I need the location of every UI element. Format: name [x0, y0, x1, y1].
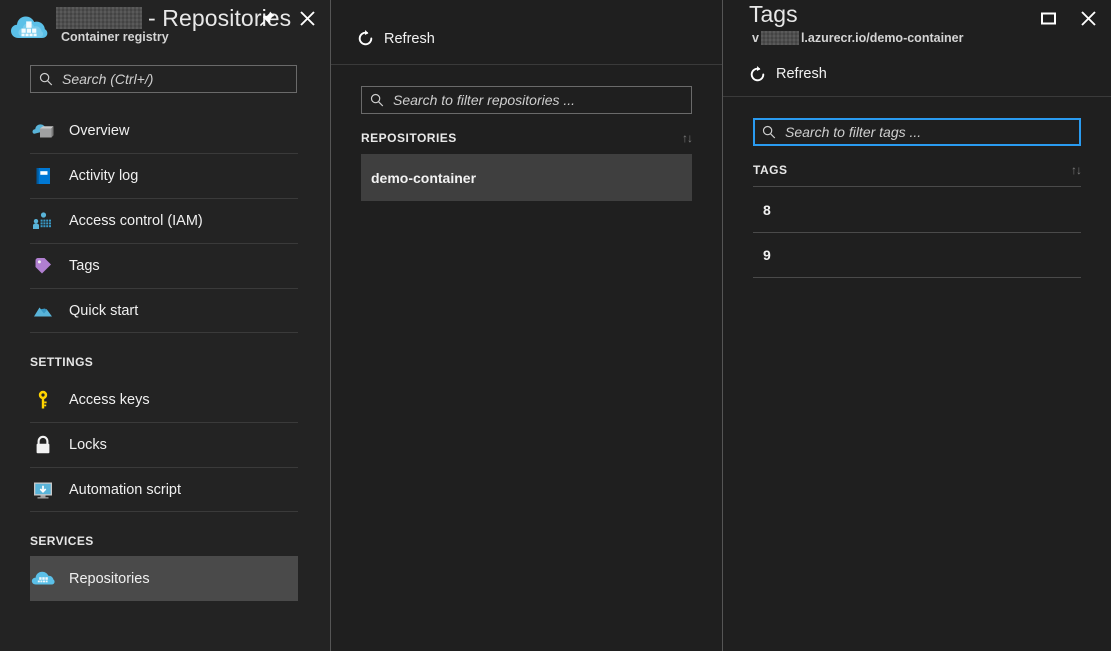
activity-log-icon	[30, 165, 56, 187]
list-item[interactable]: 9	[753, 232, 1081, 278]
menu-group-services: SERVICES	[30, 534, 94, 548]
tags-subtitle-suffix: l.azurecr.io/demo-container	[800, 31, 964, 45]
sidebar-item-activity-log[interactable]: Activity log	[30, 153, 298, 198]
tag-name: 8	[763, 201, 771, 218]
repositories-list: demo-container	[361, 154, 692, 201]
sidebar-item-label: Access keys	[69, 391, 150, 408]
access-control-icon	[30, 210, 56, 232]
sidebar-item-label: Automation script	[69, 482, 182, 498]
repositories-filter-box[interactable]	[361, 86, 692, 114]
refresh-icon	[748, 65, 767, 84]
sidebar-item-repositories[interactable]: Repositories	[30, 556, 298, 601]
sidebar-item-tags[interactable]: Tags	[30, 243, 298, 288]
menu-group-settings: SETTINGS	[30, 355, 94, 369]
tags-header-actions	[1035, 5, 1101, 31]
search-icon	[370, 93, 384, 107]
tags-subtitle: v l.azurecr.io/demo-container	[752, 31, 964, 45]
quick-start-icon	[30, 300, 56, 322]
resource-menu-list: Overview Activity log Access control (IA…	[0, 108, 331, 601]
automation-script-icon	[30, 479, 56, 501]
sidebar-item-label: Repositories	[69, 570, 150, 587]
tag-name: 9	[763, 247, 771, 263]
redacted-registry-name	[56, 7, 142, 29]
repositories-blade: Refresh REPOSITORIES ↑↓ demo-container	[331, 0, 723, 651]
sidebar-item-label: Activity log	[69, 168, 139, 184]
key-icon	[30, 389, 56, 411]
tags-filter-box[interactable]	[753, 118, 1081, 146]
close-button[interactable]	[294, 5, 320, 31]
sidebar-item-access-control[interactable]: Access control (IAM)	[30, 198, 298, 243]
tags-icon	[30, 255, 56, 277]
repositories-column-header: REPOSITORIES ↑↓	[361, 114, 693, 154]
overview-icon	[30, 120, 56, 142]
sidebar-item-locks[interactable]: Locks	[30, 422, 298, 467]
azure-portal-screen: - Repositories Container registry Search…	[0, 0, 1111, 651]
sidebar-item-quick-start[interactable]: Quick start	[30, 288, 298, 333]
search-icon	[39, 72, 53, 86]
sort-toggle-icon[interactable]: ↑↓	[1071, 163, 1082, 177]
maximize-button[interactable]	[1035, 5, 1061, 31]
search-icon	[762, 125, 776, 139]
tags-filter-input[interactable]	[785, 124, 1072, 140]
refresh-button[interactable]: Refresh	[748, 65, 827, 84]
tags-blade: Tags v l.azurecr.io/demo-container Refre…	[723, 0, 1111, 651]
refresh-icon	[356, 29, 375, 48]
tags-subtitle-prefix: v	[752, 31, 759, 45]
tags-blade-header: Tags v l.azurecr.io/demo-container	[723, 0, 1111, 52]
sidebar-item-label: Locks	[69, 437, 107, 453]
blade-header: - Repositories Container registry	[0, 0, 330, 52]
tags-list: 8 9	[753, 186, 1081, 278]
repositories-filter-input[interactable]	[393, 92, 683, 108]
page-subtitle: Container registry	[61, 30, 169, 44]
refresh-button[interactable]: Refresh	[356, 29, 435, 48]
container-registry-cloud-icon	[10, 12, 48, 44]
refresh-label: Refresh	[776, 66, 827, 82]
pin-button[interactable]	[254, 5, 280, 31]
resource-menu-blade: - Repositories Container registry Search…	[0, 0, 331, 651]
close-button[interactable]	[1075, 5, 1101, 31]
tags-column-label: TAGS	[753, 163, 788, 177]
refresh-label: Refresh	[384, 30, 435, 47]
sort-toggle-icon[interactable]: ↑↓	[682, 131, 693, 145]
redacted-registry-name	[760, 31, 799, 45]
lock-icon	[30, 434, 56, 456]
repository-name: demo-container	[371, 169, 477, 186]
tags-toolbar: Refresh	[723, 52, 1111, 97]
sidebar-item-access-keys[interactable]: Access keys	[30, 377, 298, 422]
tags-column-header: TAGS ↑↓	[753, 146, 1082, 186]
list-item[interactable]: demo-container	[361, 154, 692, 201]
repositories-column-label: REPOSITORIES	[361, 131, 457, 145]
repositories-icon	[30, 568, 56, 590]
sidebar-item-label: Access control (IAM)	[69, 213, 203, 229]
sidebar-item-automation-script[interactable]: Automation script	[30, 467, 298, 512]
resource-menu-search[interactable]	[30, 65, 297, 93]
sidebar-item-label: Overview	[69, 122, 130, 139]
sidebar-item-overview[interactable]: Overview	[30, 108, 298, 153]
search-input[interactable]	[62, 71, 288, 87]
sidebar-item-label: Tags	[69, 258, 100, 274]
repositories-toolbar: Refresh	[331, 13, 722, 65]
tags-title: Tags	[749, 1, 798, 27]
blade-header-actions	[254, 5, 320, 31]
sidebar-item-label: Quick start	[69, 303, 139, 319]
list-item[interactable]: 8	[753, 186, 1081, 232]
